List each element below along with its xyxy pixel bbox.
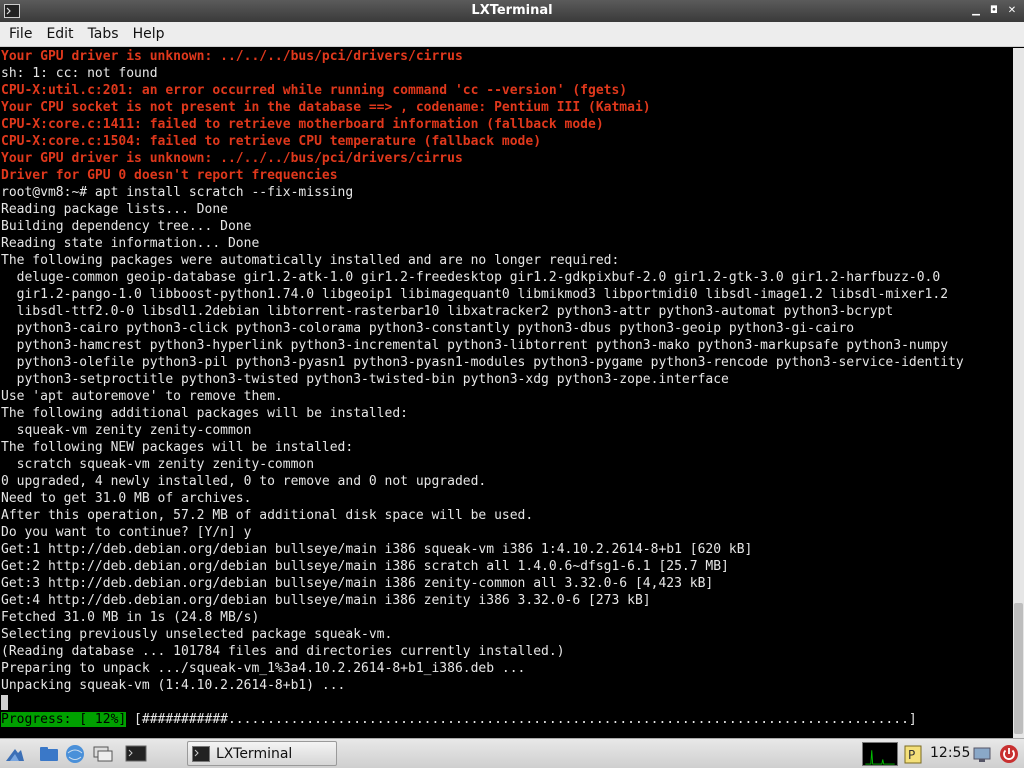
- window-title: LXTerminal: [471, 3, 553, 18]
- progress-label: Progress: [ 12%]: [1, 712, 127, 727]
- terminal-line: Get:1 http://deb.debian.org/debian bulls…: [1, 542, 753, 557]
- maximize-button[interactable]: ◘: [986, 3, 1002, 19]
- terminal-line: sh: 1: cc: not found: [1, 66, 158, 81]
- terminal-line: Fetched 31.0 MB in 1s (24.8 MB/s): [1, 610, 260, 625]
- terminal-line: squeak-vm zenity zenity-common: [1, 423, 252, 438]
- show-desktop-icon[interactable]: [92, 743, 114, 765]
- progress-bar: [###########............................…: [126, 712, 917, 727]
- terminal-line: gir1.2-pango-1.0 libboost-python1.74.0 l…: [1, 287, 949, 302]
- terminal-line: Your CPU socket is not present in the da…: [1, 100, 651, 115]
- menu-edit[interactable]: Edit: [40, 26, 79, 42]
- terminal-line: Need to get 31.0 MB of archives.: [1, 491, 252, 506]
- progress-line: Progress: [ 12%] [###########...........…: [0, 711, 1013, 728]
- file-manager-icon[interactable]: [38, 743, 60, 765]
- terminal-line: python3-cairo python3-click python3-colo…: [1, 321, 855, 336]
- terminal-line: After this operation, 57.2 MB of additio…: [1, 508, 534, 523]
- svg-text:P: P: [908, 748, 915, 762]
- minimize-button[interactable]: ▁: [968, 3, 984, 19]
- terminal-line: python3-olefile python3-pil python3-pyas…: [1, 355, 964, 370]
- start-menu-icon[interactable]: [4, 743, 26, 765]
- menu-bar: File Edit Tabs Help: [0, 22, 1024, 47]
- terminal-line: CPU-X:core.c:1411: failed to retrieve mo…: [1, 117, 604, 132]
- terminal-line: deluge-common geoip-database gir1.2-atk-…: [1, 270, 941, 285]
- terminal-line: 0 upgraded, 4 newly installed, 0 to remo…: [1, 474, 487, 489]
- terminal-line: root@vm8:~# apt install scratch --fix-mi…: [1, 185, 354, 200]
- terminal-line: python3-hamcrest python3-hyperlink pytho…: [1, 338, 949, 353]
- screen-lock-icon[interactable]: [971, 743, 993, 765]
- terminal-line: CPU-X:core.c:1504: failed to retrieve CP…: [1, 134, 542, 149]
- terminal-line: Get:4 http://deb.debian.org/debian bulls…: [1, 593, 651, 608]
- browser-icon[interactable]: [64, 743, 86, 765]
- terminal-line: Reading state information... Done: [1, 236, 260, 251]
- terminal-line: Reading package lists... Done: [1, 202, 228, 217]
- terminal-line: Unpacking squeak-vm (1:4.10.2.2614-8+b1)…: [1, 678, 346, 693]
- terminal-line: The following packages were automaticall…: [1, 253, 620, 268]
- terminal-line: Selecting previously unselected package …: [1, 627, 393, 642]
- taskbar-item-lxterminal[interactable]: LXTerminal: [187, 741, 337, 766]
- vertical-scrollbar[interactable]: [1013, 48, 1024, 738]
- terminal-icon: [192, 745, 210, 762]
- title-bar: LXTerminal ▁ ◘ ✕: [0, 0, 1024, 22]
- text-cursor: [1, 695, 8, 710]
- terminal-line: Your GPU driver is unknown: ../../../bus…: [1, 151, 463, 166]
- terminal-line: scratch squeak-vm zenity zenity-common: [1, 457, 315, 472]
- terminal-line: The following additional packages will b…: [1, 406, 408, 421]
- terminal-line: Get:3 http://deb.debian.org/debian bulls…: [1, 576, 714, 591]
- terminal-line: libsdl-ttf2.0-0 libsdl1.2debian libtorre…: [1, 304, 894, 319]
- terminal-launcher-icon[interactable]: [125, 743, 147, 765]
- clipboard-icon[interactable]: P: [902, 743, 924, 765]
- taskbar: LXTerminal P 12:55: [0, 738, 1024, 768]
- terminal-line: Use 'apt autoremove' to remove them.: [1, 389, 283, 404]
- terminal-output[interactable]: Your GPU driver is unknown: ../../../bus…: [0, 48, 1013, 738]
- terminal-cursor-line: [0, 694, 1013, 711]
- menu-tabs[interactable]: Tabs: [82, 26, 125, 42]
- terminal-line: The following NEW packages will be insta…: [1, 440, 354, 455]
- scrollbar-thumb[interactable]: [1014, 603, 1023, 734]
- clock[interactable]: 12:55: [930, 745, 970, 761]
- cpu-monitor[interactable]: [862, 742, 898, 766]
- terminal-line: Preparing to unpack .../squeak-vm_1%3a4.…: [1, 661, 526, 676]
- taskbar-item-label: LXTerminal: [216, 745, 293, 762]
- menu-help[interactable]: Help: [127, 26, 171, 42]
- terminal-line: CPU-X:util.c:201: an error occurred whil…: [1, 83, 628, 98]
- terminal-line: Driver for GPU 0 doesn't report frequenc…: [1, 168, 338, 183]
- power-icon[interactable]: [998, 743, 1020, 765]
- terminal-line: Building dependency tree... Done: [1, 219, 252, 234]
- menu-file[interactable]: File: [3, 26, 38, 42]
- terminal-line: (Reading database ... 101784 files and d…: [1, 644, 565, 659]
- terminal-line: python3-setproctitle python3-twisted pyt…: [1, 372, 729, 387]
- terminal-line: Get:2 http://deb.debian.org/debian bulls…: [1, 559, 729, 574]
- terminal-line: Your GPU driver is unknown: ../../../bus…: [1, 49, 463, 64]
- terminal-line: Do you want to continue? [Y/n] y: [1, 525, 252, 540]
- close-button[interactable]: ✕: [1004, 3, 1020, 19]
